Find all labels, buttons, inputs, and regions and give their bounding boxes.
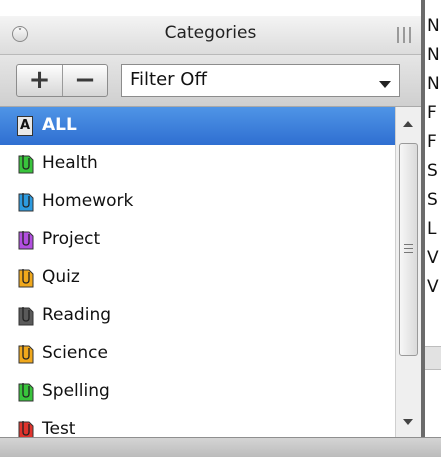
- tag-icon: [18, 231, 34, 250]
- column-grip-icon[interactable]: [397, 27, 411, 43]
- category-item-all[interactable]: A ALL: [0, 107, 395, 145]
- top-edge: [0, 0, 421, 16]
- categories-panel-window: ˅ Categories + − Filter Off A ALL Health Ho…: [0, 0, 441, 457]
- category-item-homework[interactable]: Homework: [0, 183, 395, 221]
- tag-icon: [18, 421, 34, 437]
- remove-category-button[interactable]: −: [62, 65, 107, 96]
- category-item-health[interactable]: Health: [0, 145, 395, 183]
- adjacent-row-text: V: [427, 248, 439, 268]
- tag-icon: [18, 269, 34, 288]
- category-item-reading[interactable]: Reading: [0, 297, 395, 335]
- tag-icon: [18, 345, 34, 364]
- tag-icon: [18, 193, 34, 212]
- adjacent-row-text: V: [427, 277, 439, 297]
- category-item-spelling[interactable]: Spelling: [0, 373, 395, 411]
- panel-header: ˅ Categories: [0, 16, 421, 55]
- category-item-project[interactable]: Project: [0, 221, 395, 259]
- scroll-up-arrow-icon[interactable]: [403, 121, 413, 127]
- adjacent-row-text: F: [427, 132, 437, 152]
- adjacent-row-text: N: [427, 45, 440, 65]
- filter-selected-value: Filter Off: [130, 69, 207, 90]
- list-scrollbar[interactable]: [395, 107, 421, 437]
- filter-dropdown[interactable]: Filter Off: [121, 64, 400, 97]
- scroll-down-arrow-icon[interactable]: [403, 419, 413, 425]
- category-label: Homework: [42, 191, 134, 211]
- category-item-quiz[interactable]: Quiz: [0, 259, 395, 297]
- grip-lines-icon: [404, 244, 413, 253]
- category-label: Reading: [42, 305, 112, 325]
- adjacent-row-text: F: [427, 103, 437, 123]
- chevron-down-icon[interactable]: [379, 81, 391, 88]
- adjacent-panel-edge: NNNFFSSLVV: [425, 0, 441, 437]
- category-label: Project: [42, 229, 101, 249]
- adjacent-row-text: S: [427, 190, 438, 210]
- tag-icon: [18, 155, 34, 174]
- category-list: A ALL Health Homework Project Quiz Reading Scie…: [0, 107, 395, 437]
- category-label: ALL: [42, 115, 77, 135]
- adjacent-row-text: N: [427, 74, 440, 94]
- category-label: Quiz: [42, 267, 80, 287]
- toolbar: + − Filter Off: [0, 55, 421, 107]
- category-label: Spelling: [42, 381, 110, 401]
- all-icon: A: [17, 116, 33, 136]
- add-category-button[interactable]: +: [17, 65, 62, 96]
- category-item-science[interactable]: Science: [0, 335, 395, 373]
- adjacent-row-text: S: [427, 161, 438, 181]
- category-label: Health: [42, 153, 98, 173]
- tag-icon: [18, 307, 34, 326]
- adjacent-row-text: N: [427, 16, 440, 36]
- category-label: Science: [42, 343, 108, 363]
- status-bar: [0, 437, 441, 457]
- tag-icon: [18, 383, 34, 402]
- panel-title: Categories: [164, 23, 257, 43]
- scroll-thumb[interactable]: [399, 143, 418, 356]
- category-label: Test: [42, 419, 76, 437]
- add-remove-button-group: + −: [16, 64, 108, 97]
- category-item-test[interactable]: Test: [0, 411, 395, 437]
- adjacent-scrollbar[interactable]: [425, 346, 441, 370]
- adjacent-row-text: L: [427, 219, 437, 239]
